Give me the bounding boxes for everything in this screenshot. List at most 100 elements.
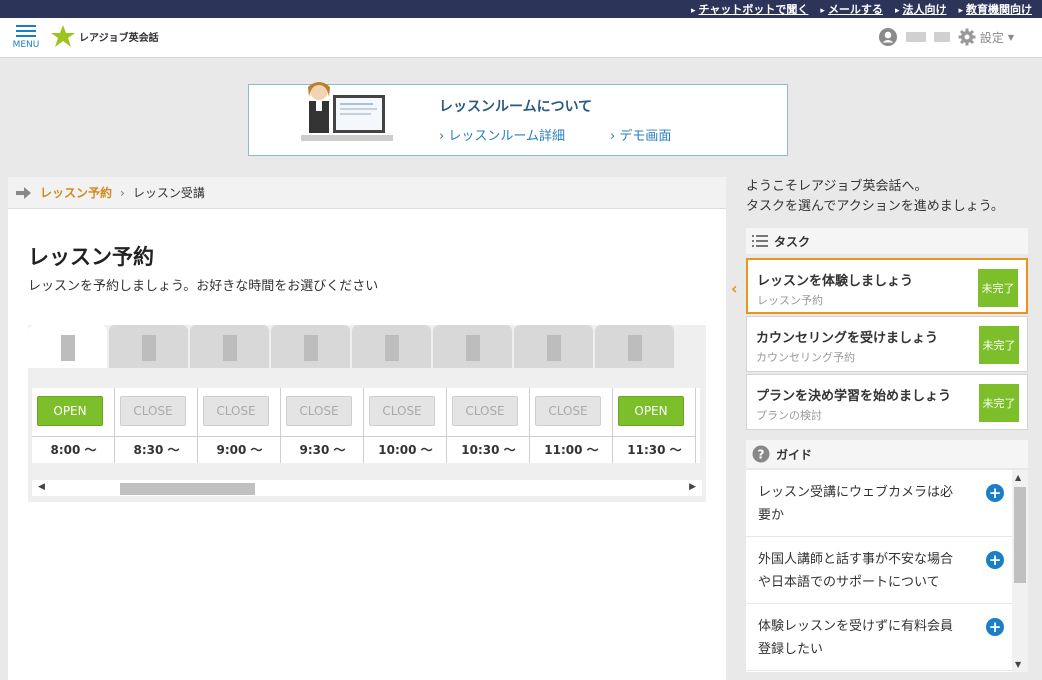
task-subtitle: プランの検討 <box>756 409 822 422</box>
plus-icon[interactable]: + <box>986 618 1004 636</box>
teacher-photo-masked <box>385 335 399 361</box>
question-icon: ? <box>752 445 770 463</box>
site-header: MENU レアジョブ英会話 設定 ▼ <box>0 18 1042 58</box>
teacher-tab[interactable] <box>352 325 431 368</box>
user-id-masked <box>933 32 950 42</box>
lesson-room-banner: レッスンルームについて レッスンルーム詳細 デモ画面 <box>248 82 788 156</box>
guide-text-line1: レッスン受講にウェブカメラは必 <box>758 485 954 500</box>
breadcrumb: レッスン予約 › レッスン受講 <box>8 177 726 209</box>
user-icon[interactable] <box>878 27 898 47</box>
education-link[interactable]: 教育機関向け <box>958 1 1032 17</box>
time-slot-partial <box>696 388 700 463</box>
teacher-tab[interactable] <box>109 325 188 368</box>
time-slot: OPEN 11:30 〜 <box>613 388 696 463</box>
teacher-photo-masked <box>547 335 561 361</box>
slot-status-button: CLOSE <box>452 396 518 426</box>
slot-time: 10:00 〜 <box>364 436 447 463</box>
task-status-badge: 未完了 <box>979 326 1019 364</box>
slot-time: 11:30 〜 <box>613 436 696 463</box>
slot-time: 10:30 〜 <box>447 436 530 463</box>
task-status-badge: 未完了 <box>979 384 1019 422</box>
teacher-tab[interactable] <box>28 325 107 368</box>
corporate-link[interactable]: 法人向け <box>895 1 946 17</box>
slot-status-button: CLOSE <box>535 396 601 426</box>
site-logo[interactable]: レアジョブ英会話 <box>50 24 159 48</box>
horizontal-scrollbar[interactable]: ◀ ▶ <box>32 480 702 496</box>
page-title: レッスン予約 <box>28 245 154 269</box>
slot-status-button: CLOSE <box>369 396 435 426</box>
guide-text-line2: や日本語でのサポートについて <box>758 575 940 590</box>
demo-screen-link[interactable]: デモ画面 <box>610 125 671 144</box>
time-slot: OPEN 8:00 〜 <box>32 388 115 463</box>
task-title: プランを決め学習を始めましょう <box>756 389 952 404</box>
slot-time: 8:30 〜 <box>115 436 198 463</box>
teacher-photo-masked <box>304 335 318 361</box>
logo-text: レアジョブ英会話 <box>79 32 159 44</box>
hamburger-icon <box>16 25 36 37</box>
guide-panel-header: ? ガイド <box>746 440 1028 468</box>
plus-icon[interactable]: + <box>986 484 1004 502</box>
task-title: カウンセリングを受けましょう <box>756 331 939 346</box>
welcome-message: ようこそレアジョブ英会話へ。 タスクを選んでアクションを進めましょう。 <box>746 177 1004 217</box>
guide-item-japanese-support[interactable]: 外国人講師と話す事が不安な場合 や日本語でのサポートについて + <box>746 537 1028 604</box>
plus-icon[interactable]: + <box>986 551 1004 569</box>
slot-time: 9:30 〜 <box>281 436 364 463</box>
teacher-tab[interactable] <box>514 325 593 368</box>
task-item-counseling[interactable]: カウンセリングを受けましょう カウンセリング予約 未完了 <box>746 316 1028 372</box>
task-item-trial-lesson[interactable]: レッスンを体験しましょう レッスン予約 未完了 <box>746 258 1028 314</box>
slot-status-button: CLOSE <box>286 396 352 426</box>
slot-status-button[interactable]: OPEN <box>37 396 103 426</box>
vertical-scrollbar[interactable]: ▲ ▼ <box>1012 470 1028 672</box>
teacher-photo-masked <box>61 335 75 361</box>
scroll-down-icon[interactable]: ▼ <box>1015 660 1021 669</box>
scroll-up-icon[interactable]: ▲ <box>1015 473 1021 482</box>
teacher-photo-masked <box>466 335 480 361</box>
guide-text-line2: 登録したい <box>758 642 824 657</box>
teacher-photo-masked <box>628 335 642 361</box>
teacher-tab[interactable] <box>190 325 269 368</box>
welcome-line-2: タスクを選んでアクションを進めましょう。 <box>746 199 1004 214</box>
task-panel-title: タスク <box>774 234 811 249</box>
time-slot: CLOSE 8:30 〜 <box>115 388 198 463</box>
teacher-tab[interactable] <box>433 325 512 368</box>
time-slot: CLOSE 11:00 〜 <box>530 388 613 463</box>
time-slot: CLOSE 10:30 〜 <box>447 388 530 463</box>
teacher-tab[interactable] <box>271 325 350 368</box>
arrow-right-icon <box>16 186 31 199</box>
schedule-area: OPEN 8:00 〜 CLOSE 8:30 〜 CLOSE 9:00 〜 CL… <box>28 325 706 502</box>
svg-text:?: ? <box>758 448 765 462</box>
time-slot-row: OPEN 8:00 〜 CLOSE 8:30 〜 CLOSE 9:00 〜 CL… <box>32 388 702 463</box>
guide-text-line1: 体験レッスンを受けずに有料会員 <box>758 619 954 634</box>
mail-link[interactable]: メールする <box>820 1 883 17</box>
page-subtitle: レッスンを予約しましょう。お好きな時間をお選びください <box>28 279 379 294</box>
teacher-photo-masked <box>142 335 156 361</box>
guide-list: レッスン受講にウェブカメラは必 要か + 外国人講師と話す事が不安な場合 や日本… <box>746 470 1028 672</box>
main-panel: レッスン予約 › レッスン受講 レッスン予約 レッスンを予約しましょう。お好きな… <box>8 177 726 680</box>
slot-status-button: CLOSE <box>120 396 186 426</box>
guide-item-webcam[interactable]: レッスン受講にウェブカメラは必 要か + <box>746 470 1028 537</box>
chatbot-link[interactable]: チャットボットで聞く <box>691 1 809 17</box>
task-item-plan[interactable]: プランを決め学習を始めましょう プランの検討 未完了 <box>746 374 1028 430</box>
scrollbar-thumb[interactable] <box>120 483 255 495</box>
slot-status-button[interactable]: OPEN <box>618 396 684 426</box>
top-bar: チャットボットで聞く メールする 法人向け 教育機関向け <box>0 0 1042 18</box>
task-title: レッスンを体験しましょう <box>757 274 914 289</box>
logo-star-icon <box>51 25 75 47</box>
breadcrumb-current: レッスン予約 <box>40 186 113 200</box>
scroll-right-icon[interactable]: ▶ <box>689 482 696 492</box>
header-user-area: 設定 ▼ <box>878 27 1014 47</box>
menu-button[interactable]: MENU <box>10 22 42 56</box>
teacher-tab[interactable] <box>595 325 674 368</box>
slot-time: 8:00 〜 <box>32 436 115 463</box>
task-panel-header: タスク <box>746 228 1028 254</box>
scroll-left-icon[interactable]: ◀ <box>38 482 45 492</box>
task-subtitle: カウンセリング予約 <box>756 351 855 364</box>
guide-panel-title: ガイド <box>776 447 813 462</box>
guide-text-line2: 要か <box>758 508 785 523</box>
settings-dropdown[interactable]: 設定 ▼ <box>958 28 1014 46</box>
breadcrumb-next: レッスン受講 <box>132 186 205 200</box>
task-subtitle: レッスン予約 <box>757 294 823 307</box>
scrollbar-thumb[interactable] <box>1014 487 1026 583</box>
lesson-room-detail-link[interactable]: レッスンルーム詳細 <box>439 125 565 144</box>
guide-item-paid-registration[interactable]: 体験レッスンを受けずに有料会員 登録したい + <box>746 604 1028 671</box>
